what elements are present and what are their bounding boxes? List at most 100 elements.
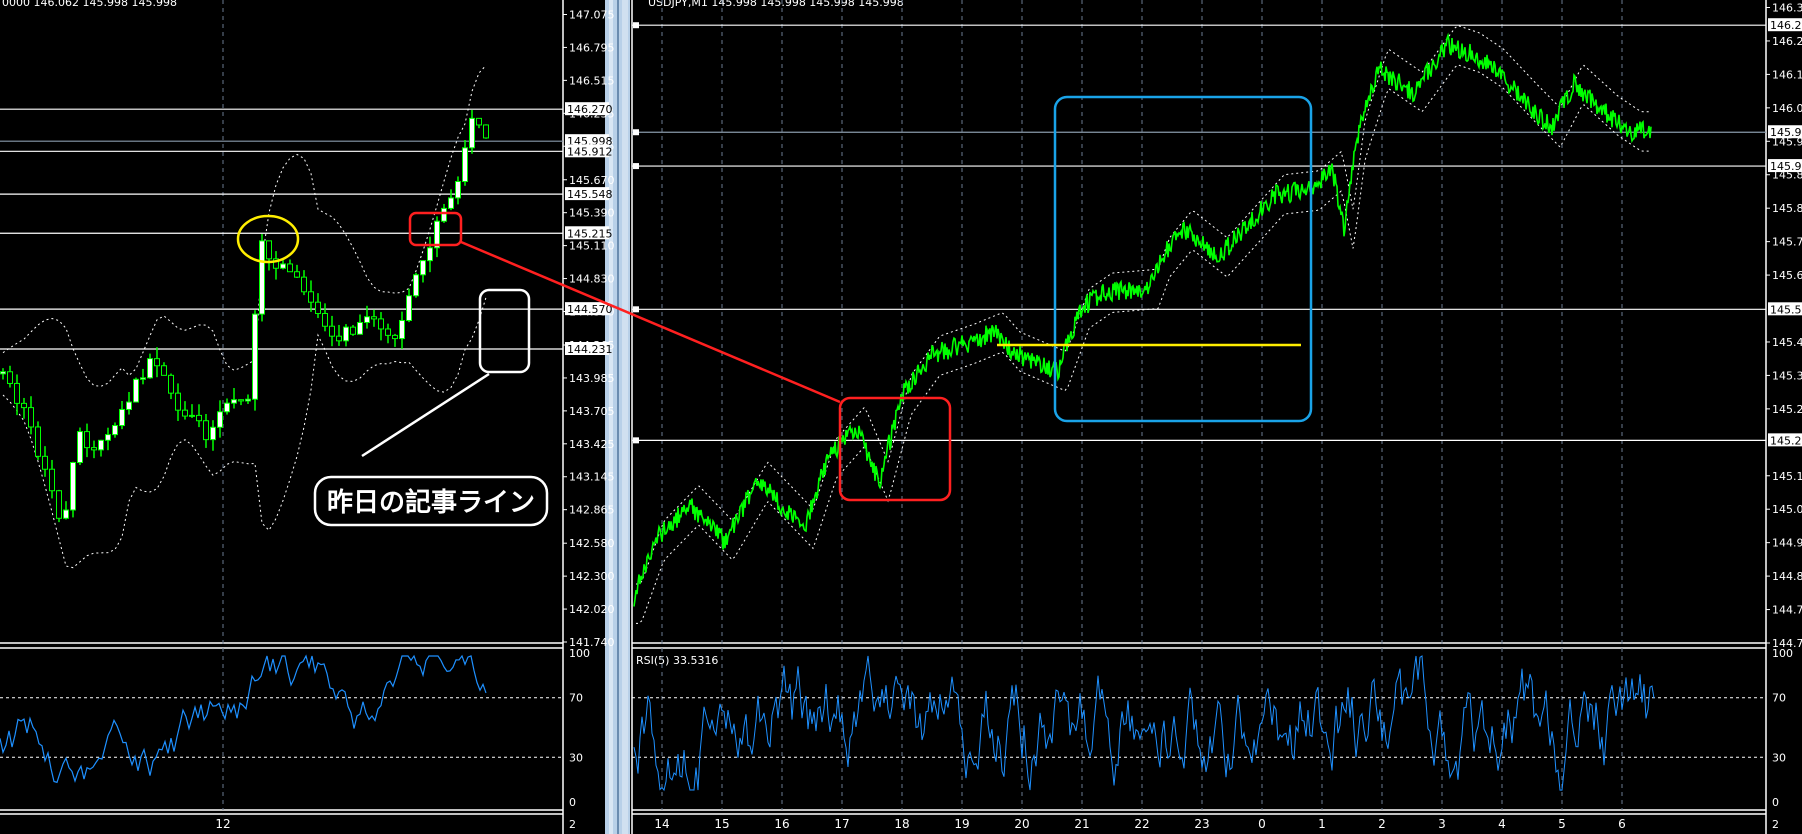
candle-body: [147, 358, 153, 379]
right-chart-header: USDJPY,M1 145.998 145.998 145.998 145.99…: [648, 0, 904, 9]
annotations: 昨日の記事ライン: [236, 95, 1313, 527]
left-chart-header: 0000 146.062 145.998 145.998: [2, 0, 177, 9]
candle-body: [112, 425, 118, 436]
candle-body: [357, 321, 363, 335]
price-axis-label: 146.315: [1772, 2, 1802, 15]
candle-body: [35, 426, 41, 457]
rsi-line: [0, 654, 487, 784]
time-label: 16: [774, 817, 789, 831]
candle-body: [210, 426, 216, 441]
candle-body: [28, 407, 34, 428]
time-label: 0: [1258, 817, 1266, 831]
right-chart-window[interactable]: USDJPY,M1 145.998 145.998 145.998 145.99…: [631, 0, 1802, 834]
rsi-label: RSI(5) 33.5316: [636, 654, 718, 667]
price-axis-label: 145.390: [569, 207, 615, 220]
time-label: 15: [714, 817, 729, 831]
candle-body: [70, 462, 76, 511]
candle-body: [266, 240, 272, 260]
sub-axis-label: 2: [1772, 818, 1779, 831]
price-tag-label: 145.912: [567, 145, 613, 158]
candle-body: [231, 399, 237, 404]
red-box-right-annotation: [838, 396, 952, 502]
rsi-axis-label: 30: [569, 751, 583, 764]
candle-body: [252, 313, 258, 400]
price-axis-label: 147.075: [569, 9, 615, 22]
candle-body: [63, 509, 69, 519]
candle-body: [287, 263, 293, 273]
callout-text: 昨日の記事ライン: [327, 487, 535, 518]
line-handle[interactable]: [633, 129, 639, 136]
rsi-axis-label: 100: [1772, 647, 1793, 660]
price-tag-label: 145.548: [567, 188, 613, 201]
price-axis-label: 145.635: [1772, 269, 1802, 282]
candle-body: [175, 392, 181, 411]
price-axis-label: 143.145: [569, 471, 615, 484]
rsi-axis-label: 0: [569, 796, 576, 809]
candle-body: [343, 326, 349, 342]
candle-body: [385, 328, 391, 336]
price-axis-label: 145.110: [569, 240, 615, 253]
rsi-axis-label: 100: [569, 647, 590, 660]
candle-body: [49, 468, 55, 492]
left-chart-window[interactable]: 0000 146.062 145.998 145.998 12 147.075 14…: [0, 0, 615, 834]
candle-body: [322, 313, 328, 327]
price-tag-label: 144.231: [567, 343, 613, 356]
red-connector-line: [460, 240, 841, 404]
candle-body: [441, 207, 447, 222]
candle-body: [259, 240, 265, 315]
candle-body: [154, 358, 160, 367]
rsi-axis-label: 70: [569, 692, 583, 705]
price-axis-label: 145.295: [1772, 403, 1802, 416]
time-label: 19: [954, 817, 969, 831]
rsi-axis-label: 30: [1772, 751, 1786, 764]
price-axis-label: 146.795: [569, 41, 615, 54]
price-axis-label: 142.300: [569, 570, 615, 583]
line-handle[interactable]: [633, 437, 639, 444]
line-handle[interactable]: [633, 306, 639, 313]
candle-body: [21, 402, 27, 409]
rsi-axis-label: 70: [1772, 692, 1786, 705]
candle-body: [427, 247, 433, 262]
candle-body: [455, 181, 461, 199]
time-label: 2: [1378, 817, 1386, 831]
candle-body: [280, 263, 286, 269]
candle-body: [217, 411, 223, 428]
candle-body: [245, 398, 251, 402]
price-tag-label: 144.570: [567, 303, 613, 316]
price-tag-label: 145.998: [1770, 126, 1802, 139]
time-label: 21: [1074, 817, 1089, 831]
time-label: 5: [1558, 817, 1566, 831]
candle-body: [301, 276, 307, 293]
price-axis-label: 146.230: [1772, 35, 1802, 48]
candle-body: [399, 319, 405, 340]
candle-body: [420, 260, 426, 276]
price-axis-label: 145.805: [1772, 202, 1802, 215]
candle-body: [294, 271, 300, 278]
candle-body: [413, 274, 419, 297]
candle-body: [350, 326, 356, 335]
price-axis-label: 144.785: [1772, 604, 1802, 617]
price-axis-label: 146.145: [1772, 68, 1802, 81]
price-axis-label: 145.380: [1772, 369, 1802, 382]
candle-body: [168, 374, 174, 394]
price-axis-label: 144.830: [569, 273, 615, 286]
price-axis-label: 142.020: [569, 603, 615, 616]
white-box-annotation: [478, 288, 531, 374]
line-handle[interactable]: [633, 163, 639, 170]
candle-body: [203, 420, 209, 441]
price-tag-label: 145.215: [1770, 434, 1802, 447]
time-label: 18: [894, 817, 909, 831]
candle-body: [84, 431, 90, 449]
candle-body: [448, 197, 454, 209]
candle-body: [476, 117, 482, 126]
candle-body: [182, 409, 188, 417]
candle-body: [161, 365, 167, 376]
line-handle[interactable]: [633, 22, 639, 29]
price-axis-label: 145.125: [1772, 470, 1802, 483]
time-label: 17: [834, 817, 849, 831]
candle-body: [406, 295, 412, 321]
candle-body: [196, 414, 202, 422]
sub-axis-label: 2: [569, 818, 576, 831]
price-axis-label: 146.515: [569, 74, 615, 87]
candle-body: [392, 334, 398, 340]
